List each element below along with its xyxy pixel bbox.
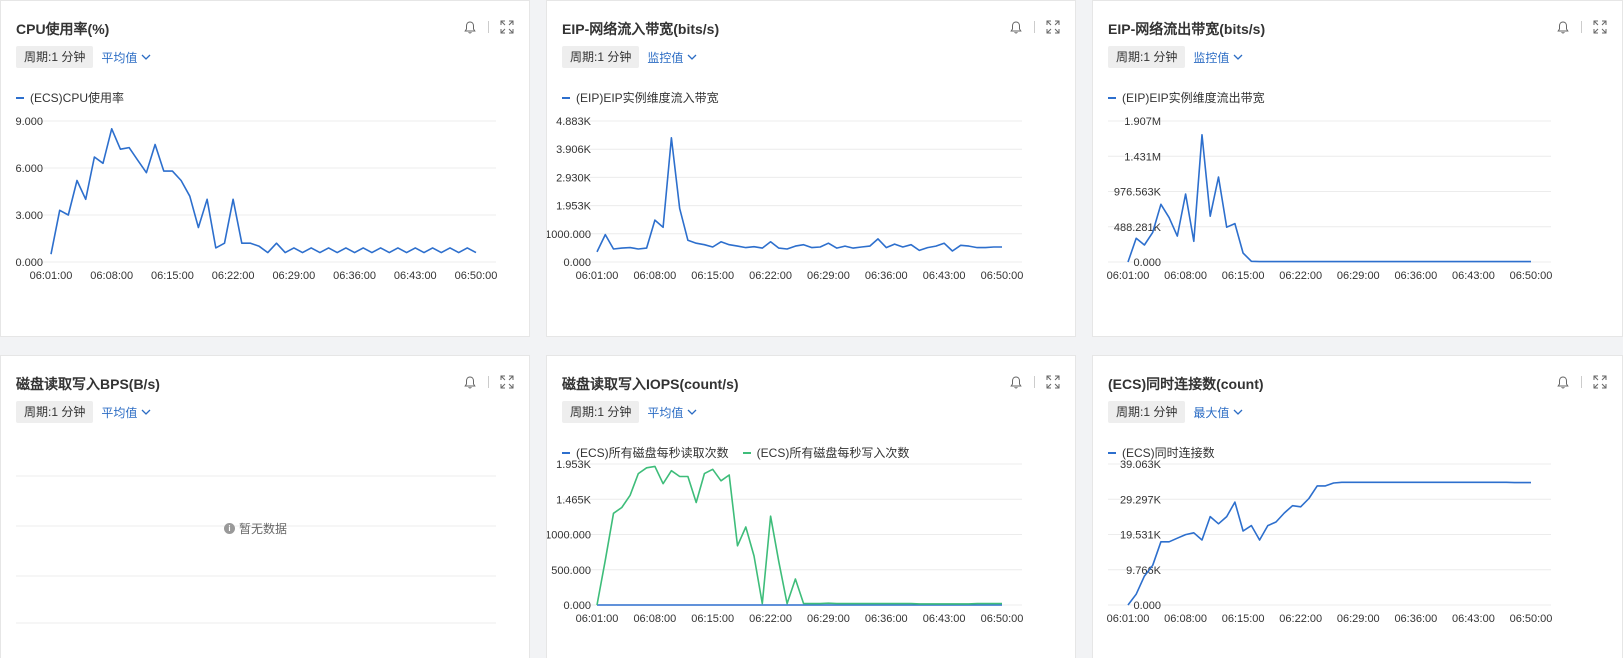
- x-tick-label: 06:22:00: [212, 270, 255, 282]
- info-icon: i: [224, 523, 235, 534]
- series-line[interactable]: [596, 137, 1002, 253]
- x-tick-label: 06:15:00: [1222, 613, 1265, 625]
- x-tick-label: 06:50:00: [1510, 613, 1553, 625]
- x-tick-label: 06:22:00: [749, 613, 792, 625]
- eip-out-line-chart[interactable]: 1.907M1.431M976.563K488.281K0.00006:01:0…: [1093, 1, 1623, 301]
- empty-state: i 暂无数据: [224, 520, 287, 537]
- panel-eip-out: EIP-网络流出带宽(bits/s) 周期:1 分钟 监控值 (EIP)EIP实…: [1092, 0, 1623, 337]
- y-tick-label: 29.297K: [1120, 494, 1162, 506]
- y-tick-label: 9.000: [15, 116, 43, 128]
- x-tick-label: 06:01:00: [1107, 270, 1150, 282]
- panel-connections: (ECS)同时连接数(count) 周期:1 分钟 最大值 (ECS)同时连接数…: [1092, 355, 1623, 658]
- x-tick-label: 06:36:00: [865, 613, 908, 625]
- y-tick-label: 39.063K: [1120, 459, 1162, 471]
- x-tick-label: 06:15:00: [691, 613, 734, 625]
- series-line[interactable]: [1127, 481, 1531, 606]
- y-tick-label: 1.953K: [556, 459, 592, 471]
- x-tick-label: 06:08:00: [1164, 613, 1207, 625]
- y-tick-label: 4.883K: [556, 116, 592, 128]
- x-tick-label: 06:08:00: [633, 613, 676, 625]
- x-tick-label: 06:01:00: [576, 613, 619, 625]
- empty-text: 暂无数据: [239, 522, 288, 536]
- y-tick-label: 1.907M: [1124, 116, 1161, 128]
- x-tick-label: 06:43:00: [1452, 270, 1495, 282]
- panel-disk-bps: 磁盘读取写入BPS(B/s) 周期:1 分钟 平均值 i 暂无数据: [0, 355, 530, 658]
- y-tick-label: 19.531K: [1120, 530, 1162, 542]
- y-tick-label: 1000.000: [547, 229, 591, 241]
- y-tick-label: 1.431M: [1124, 151, 1161, 163]
- x-tick-label: 06:29:00: [1337, 613, 1380, 625]
- y-tick-label: 2.930K: [556, 172, 592, 184]
- y-tick-label: 0.000: [15, 257, 43, 269]
- x-tick-label: 06:08:00: [633, 270, 676, 282]
- x-tick-label: 06:36:00: [333, 270, 376, 282]
- y-tick-label: 0.000: [1133, 600, 1161, 612]
- x-tick-label: 06:29:00: [807, 270, 850, 282]
- x-tick-label: 06:15:00: [151, 270, 194, 282]
- x-tick-label: 06:15:00: [1222, 270, 1265, 282]
- y-tick-label: 6.000: [15, 163, 43, 175]
- x-tick-label: 06:01:00: [576, 270, 619, 282]
- x-tick-label: 06:43:00: [394, 270, 437, 282]
- x-tick-label: 06:50:00: [455, 270, 498, 282]
- x-tick-label: 06:43:00: [923, 613, 966, 625]
- x-tick-label: 06:36:00: [1394, 613, 1437, 625]
- y-tick-label: 0.000: [1133, 257, 1161, 269]
- panel-cpu: CPU使用率(%) 周期:1 分钟 平均值 (ECS)CPU使用率 9.000 6…: [0, 0, 530, 337]
- y-tick-label: 976.563K: [1114, 187, 1162, 199]
- x-tick-label: 06:01:00: [1107, 613, 1150, 625]
- y-tick-label: 9.766K: [1126, 565, 1162, 577]
- x-tick-label: 06:50:00: [1510, 270, 1553, 282]
- x-tick-label: 06:01:00: [30, 270, 73, 282]
- x-tick-label: 06:22:00: [1279, 270, 1322, 282]
- panel-disk-iops: 磁盘读取写入IOPS(count/s) 周期:1 分钟 平均值 (ECS)所有磁…: [546, 355, 1076, 658]
- y-tick-label: 0.000: [563, 600, 591, 612]
- y-tick-label: 3.000: [15, 210, 43, 222]
- y-tick-label: 3.906K: [556, 144, 592, 156]
- cpu-line-chart[interactable]: 9.000 6.000 3.000 0.00006:01:00 06:08:00 06:1…: [1, 1, 531, 301]
- series-line[interactable]: [50, 128, 477, 255]
- x-tick-label: 06:43:00: [923, 270, 966, 282]
- x-tick-label: 06:29:00: [807, 613, 850, 625]
- disk-iops-line-chart[interactable]: 1.953K 1.465K 1000.000 500.000 0.00006:01:00…: [547, 356, 1077, 656]
- x-tick-label: 06:50:00: [981, 613, 1024, 625]
- series-line[interactable]: [596, 465, 1002, 606]
- y-tick-label: 500.000: [551, 565, 591, 577]
- y-tick-label: 0.000: [563, 257, 591, 269]
- x-tick-label: 06:08:00: [1164, 270, 1207, 282]
- x-tick-label: 06:50:00: [981, 270, 1024, 282]
- y-tick-label: 1000.000: [547, 530, 591, 542]
- eip-in-line-chart[interactable]: 4.883K3.906K2.930K1.953K1000.0000.00006:…: [547, 1, 1077, 301]
- x-tick-label: 06:22:00: [1279, 613, 1322, 625]
- x-tick-label: 06:15:00: [691, 270, 734, 282]
- panel-eip-in: EIP-网络流入带宽(bits/s) 周期:1 分钟 监控值 (EIP)EIP实…: [546, 0, 1076, 337]
- x-tick-label: 06:43:00: [1452, 613, 1495, 625]
- y-tick-label: 1.953K: [556, 201, 592, 213]
- y-tick-label: 1.465K: [556, 494, 592, 506]
- connections-line-chart[interactable]: 39.063K 29.297K 19.531K 9.766K 0.00006:01:00…: [1093, 356, 1623, 656]
- x-tick-label: 06:29:00: [272, 270, 315, 282]
- x-tick-label: 06:22:00: [749, 270, 792, 282]
- x-tick-label: 06:36:00: [865, 270, 908, 282]
- x-tick-label: 06:29:00: [1337, 270, 1380, 282]
- x-tick-label: 06:36:00: [1394, 270, 1437, 282]
- empty-chart-grid: [16, 475, 496, 624]
- x-tick-label: 06:08:00: [90, 270, 133, 282]
- series-line[interactable]: [1127, 134, 1531, 263]
